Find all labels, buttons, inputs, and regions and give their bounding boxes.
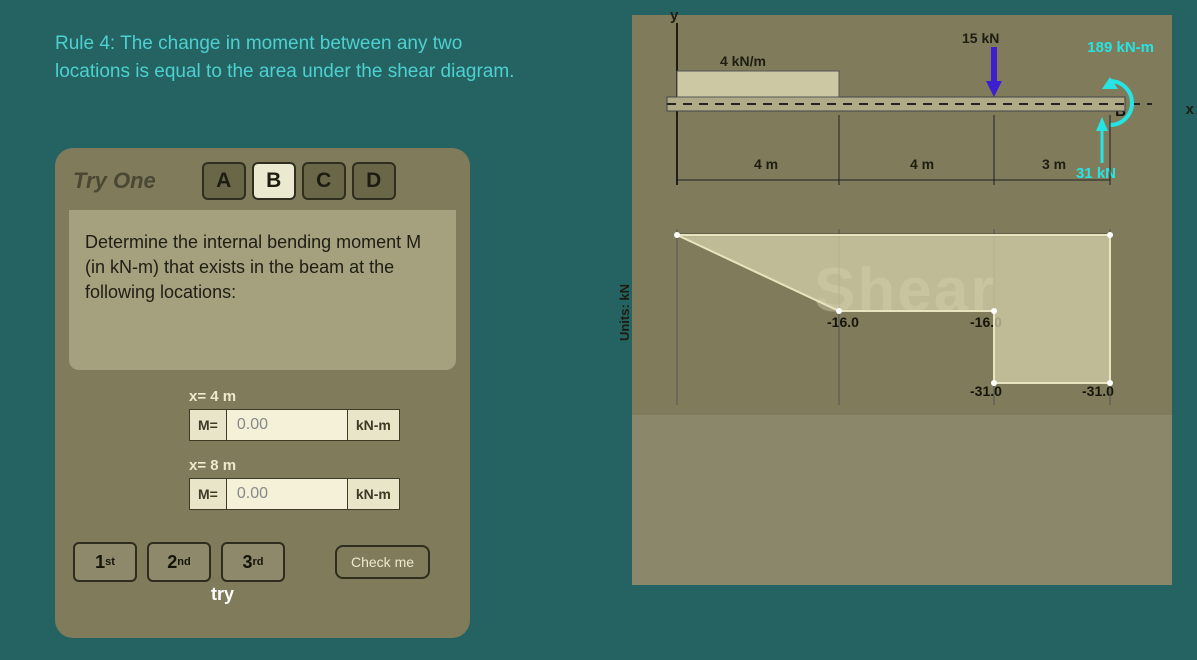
m-prefix-2: M= <box>189 478 227 510</box>
diagram-panel: y x B Units: kN 4 kN/m 15 kN 189 kN-m 31… <box>632 15 1172 585</box>
m-unit-1: kN-m <box>347 409 400 441</box>
tab-d[interactable]: D <box>352 162 396 200</box>
x-label-1: x= 4 m <box>189 388 442 405</box>
problem-tabs: A B C D <box>202 162 396 200</box>
x-axis-label: x <box>1186 101 1194 118</box>
check-me-button[interactable]: Check me <box>335 545 430 579</box>
input-section: x= 4 m M= kN-m x= 8 m M= kN-m <box>73 376 452 530</box>
question-text: Determine the internal bending moment M … <box>69 210 456 370</box>
attempt-2-button[interactable]: 2nd <box>147 542 211 582</box>
try-one-title: Try One <box>73 168 156 194</box>
m-prefix-1: M= <box>189 409 227 441</box>
try-word: try <box>211 584 452 605</box>
input-row-2: x= 8 m M= kN-m <box>189 457 442 510</box>
try-one-panel: Try One A B C D Determine the internal b… <box>55 148 470 638</box>
input-row-1: x= 4 m M= kN-m <box>189 388 442 441</box>
m-unit-2: kN-m <box>347 478 400 510</box>
attempt-3-button[interactable]: 3rd <box>221 542 285 582</box>
attempt-1-button[interactable]: 1st <box>73 542 137 582</box>
tab-b[interactable]: B <box>252 162 296 200</box>
tab-a[interactable]: A <box>202 162 246 200</box>
moment-input-2[interactable] <box>227 478 347 510</box>
rule-text: Rule 4: The change in moment between any… <box>55 30 515 85</box>
moment-input-1[interactable] <box>227 409 347 441</box>
beam-diagram-svg <box>632 15 1172 585</box>
units-label: Units: kN <box>617 284 632 341</box>
x-label-2: x= 8 m <box>189 457 442 474</box>
tab-c[interactable]: C <box>302 162 346 200</box>
